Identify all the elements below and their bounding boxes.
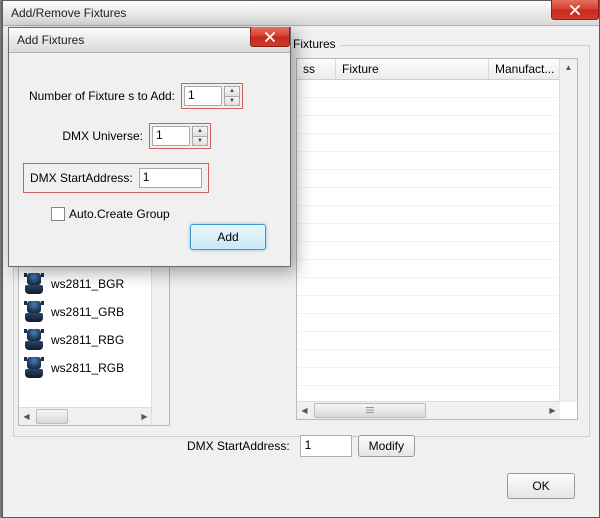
num-fixtures-label: Number of Fixture s to Add: bbox=[23, 89, 181, 103]
add-button[interactable]: Add bbox=[190, 224, 266, 250]
add-fixtures-dialog: Add Fixtures Number of Fixture s to Add:… bbox=[8, 27, 291, 267]
num-fixtures-row: Number of Fixture s to Add: 1 ▲ ▼ bbox=[23, 83, 276, 109]
scroll-thumb[interactable] bbox=[314, 403, 426, 418]
auto-create-label: Auto.Create Group bbox=[69, 207, 170, 221]
close-icon bbox=[569, 5, 581, 15]
dmx-universe-row: DMX Universe: 1 ▲ ▼ bbox=[23, 123, 276, 149]
dmx-universe-spinner[interactable]: 1 ▲ ▼ bbox=[152, 126, 208, 146]
num-fixtures-value[interactable]: 1 bbox=[184, 86, 222, 106]
spinner-up-icon[interactable]: ▲ bbox=[224, 86, 240, 97]
main-titlebar[interactable]: Add/Remove Fixtures bbox=[3, 1, 599, 26]
bottom-start-address-input[interactable]: 1 bbox=[300, 435, 352, 457]
scroll-up-icon[interactable]: ▲ bbox=[561, 60, 576, 75]
table-header: ss Fixture Manufact... bbox=[297, 59, 577, 80]
fixtures-table[interactable]: ss Fixture Manufact... ▲ ◀ ▶ bbox=[296, 58, 578, 420]
auto-create-row[interactable]: Auto.Create Group bbox=[51, 207, 276, 221]
modify-button[interactable]: Modify bbox=[358, 435, 415, 457]
spinner-up-icon[interactable]: ▲ bbox=[192, 126, 208, 137]
main-close-button[interactable] bbox=[551, 0, 599, 20]
table-column-fixture[interactable]: Fixture bbox=[336, 59, 489, 79]
spinner-down-icon[interactable]: ▼ bbox=[192, 137, 208, 147]
num-fixtures-spinner[interactable]: 1 ▲ ▼ bbox=[184, 86, 240, 106]
spinner-down-icon[interactable]: ▼ bbox=[224, 97, 240, 107]
scroll-left-icon[interactable]: ◀ bbox=[297, 403, 312, 418]
close-icon bbox=[264, 32, 276, 42]
dmx-start-label: DMX StartAddress: bbox=[30, 171, 139, 185]
fixtures-group-legend: Fixtures bbox=[289, 37, 340, 51]
dmx-universe-label: DMX Universe: bbox=[23, 129, 149, 143]
ok-button[interactable]: OK bbox=[507, 473, 575, 499]
table-column-ss[interactable]: ss bbox=[297, 59, 336, 79]
modal-close-button[interactable] bbox=[250, 27, 290, 47]
dmx-start-row: DMX StartAddress: 1 bbox=[23, 163, 276, 193]
bottom-start-address-label: DMX StartAddress: bbox=[187, 439, 290, 453]
table-vscroll[interactable]: ▲ bbox=[559, 59, 577, 402]
table-body bbox=[297, 80, 577, 402]
modal-title-text: Add Fixtures bbox=[17, 33, 84, 47]
scroll-right-icon[interactable]: ▶ bbox=[545, 403, 560, 418]
table-hscroll[interactable]: ◀ ▶ bbox=[297, 401, 560, 419]
modal-titlebar[interactable]: Add Fixtures bbox=[9, 28, 290, 53]
dmx-universe-value[interactable]: 1 bbox=[152, 126, 190, 146]
dmx-start-input[interactable]: 1 bbox=[139, 168, 202, 188]
bottom-row: DMX StartAddress: 1 Modify bbox=[3, 435, 599, 457]
auto-create-checkbox[interactable] bbox=[51, 207, 65, 221]
main-title-text: Add/Remove Fixtures bbox=[11, 6, 126, 20]
